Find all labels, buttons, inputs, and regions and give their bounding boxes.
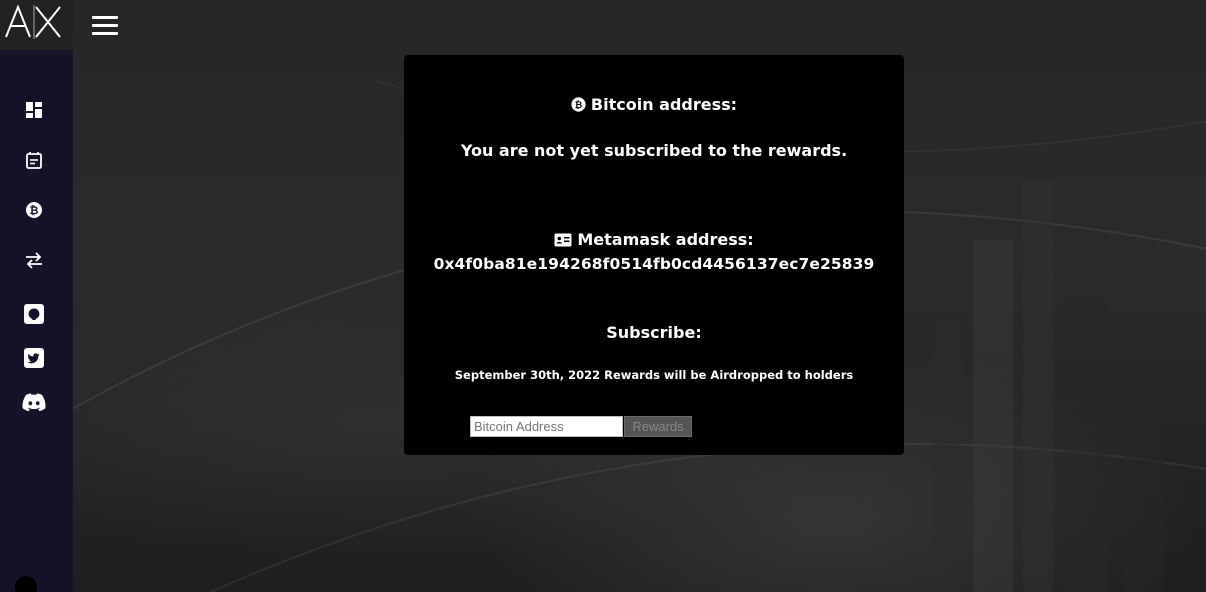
logo-area (0, 0, 73, 50)
bitcoin-address-input[interactable] (470, 416, 623, 437)
svg-text:₿: ₿ (575, 100, 583, 111)
metamask-address-label: Metamask address: (577, 230, 754, 249)
svg-text:₿: ₿ (30, 204, 39, 217)
rewards-button[interactable]: Rewards (624, 416, 692, 437)
bitcoin-icon[interactable]: ₿ (22, 198, 46, 222)
bitcoin-icon: ₿ (571, 97, 586, 112)
ax-logo[interactable] (4, 5, 64, 39)
avatar[interactable] (15, 576, 37, 592)
subscribe-form: Rewards (470, 416, 692, 437)
subscription-status-text: You are not yet subscribed to the reward… (460, 141, 848, 160)
bitcoin-address-heading: ₿ Bitcoin address: (404, 95, 904, 114)
discord-icon[interactable] (22, 390, 46, 414)
id-card-icon (554, 233, 572, 246)
rewards-card: ₿ Bitcoin address: You are not yet subsc… (404, 55, 904, 455)
calendar-icon[interactable] (22, 148, 46, 172)
menu-toggle-button[interactable] (92, 14, 119, 36)
twitter-icon[interactable] (22, 346, 46, 370)
dashboard-icon[interactable] (22, 98, 46, 122)
transfer-icon[interactable] (22, 248, 46, 272)
github-icon[interactable] (22, 302, 46, 326)
sidebar: ₿ (0, 0, 73, 592)
bitcoin-address-label: Bitcoin address: (590, 95, 738, 114)
metamask-address-value: 0x4f0ba81e194268f0514fb0cd4456137ec7e258… (433, 255, 875, 273)
airdrop-note: September 30th, 2022 Rewards will be Air… (454, 368, 854, 382)
metamask-address-heading: Metamask address: (404, 230, 904, 249)
subscribe-title: Subscribe: (606, 323, 702, 342)
